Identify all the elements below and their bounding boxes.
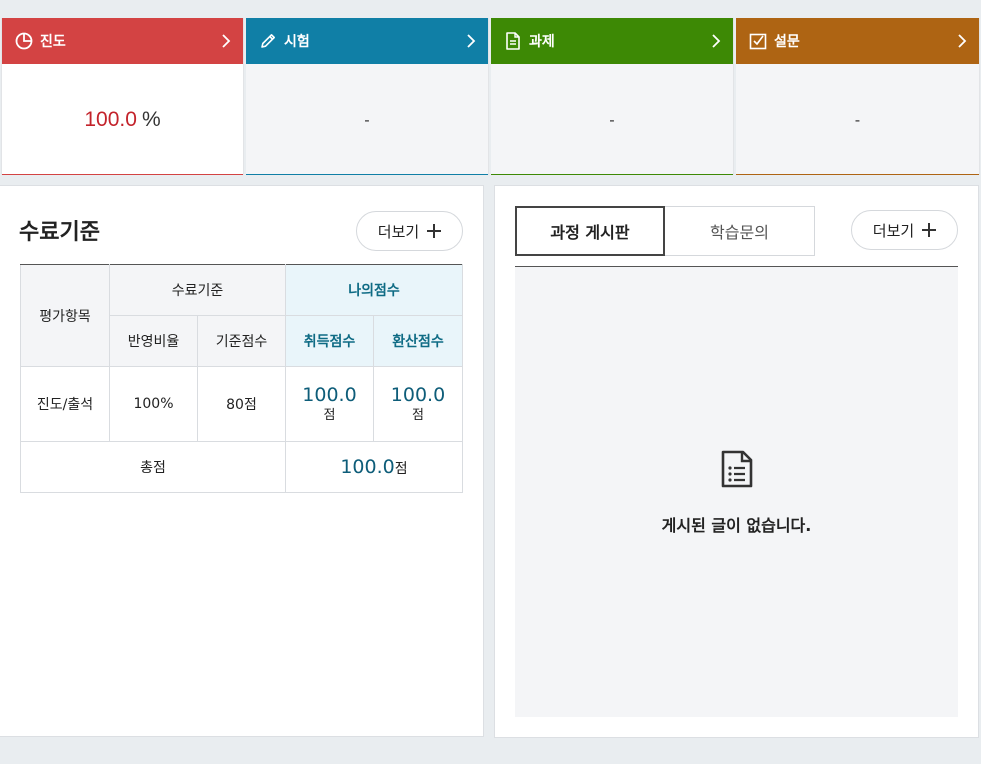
empty-message: 게시된 글이 없습니다. <box>661 516 812 535</box>
status-cards: 진도 100.0 % 시험 - 과제 - 설문 - <box>1 18 980 175</box>
assignment-value: - <box>609 110 615 129</box>
converted-score-unit: 점 <box>412 408 424 423</box>
header-my-score: 나의점수 <box>285 264 463 316</box>
completion-criteria-panel: 수료기준 더보기 평가항목 수료기준 나의점수 반영비율 기준점수 취득점수 환… <box>0 185 484 737</box>
earned-score-unit: 점 <box>323 408 336 423</box>
exam-value: - <box>364 110 370 129</box>
progress-card-underline <box>2 174 243 175</box>
pie-chart-icon <box>14 31 34 51</box>
board-empty-state: 게시된 글이 없습니다. <box>515 267 958 717</box>
chevron-right-icon[interactable] <box>707 31 725 51</box>
chevron-right-icon[interactable] <box>217 31 235 51</box>
survey-card-body: - <box>736 64 979 175</box>
assignment-card-underline <box>491 174 733 175</box>
total-label: 총점 <box>20 441 286 493</box>
board-more-button[interactable]: 더보기 <box>851 210 958 250</box>
chevron-right-icon[interactable] <box>462 31 480 51</box>
survey-card-underline <box>736 174 979 175</box>
survey-card[interactable]: 설문 - <box>736 18 980 175</box>
header-completion-criteria: 수료기준 <box>109 264 286 316</box>
header-converted-score: 환산점수 <box>373 315 463 367</box>
chevron-right-icon[interactable] <box>953 31 971 51</box>
pencil-icon <box>258 31 278 51</box>
board-tabs: 과정 게시판 학습문의 <box>515 206 815 256</box>
row-earned-score: 100.0 점 <box>285 366 374 442</box>
total-score-value: 100.0 <box>340 456 395 478</box>
tab-learning-inquiry[interactable]: 학습문의 <box>665 206 815 256</box>
document-icon <box>503 31 523 51</box>
section-title: 수료기준 <box>19 220 100 245</box>
survey-card-title: 설문 <box>774 34 800 50</box>
progress-card-title: 진도 <box>40 34 66 50</box>
completion-more-button[interactable]: 더보기 <box>356 211 463 251</box>
converted-score-value: 100.0 <box>390 384 446 406</box>
completion-table: 평가항목 수료기준 나의점수 반영비율 기준점수 취득점수 환산점수 진도/출석… <box>20 264 463 493</box>
header-ratio: 반영비율 <box>109 315 198 367</box>
plus-icon <box>922 223 937 237</box>
table-row: 진도/출석 100% 80점 100.0 점 100.0 점 <box>20 366 463 442</box>
plus-icon <box>427 224 442 238</box>
assignment-card-body: - <box>491 64 733 175</box>
assignment-card-header[interactable]: 과제 <box>491 18 733 64</box>
progress-card[interactable]: 진도 100.0 % <box>1 18 244 175</box>
total-score-unit: 점 <box>394 461 408 477</box>
survey-value: - <box>854 110 861 129</box>
exam-card-header[interactable]: 시험 <box>246 18 488 64</box>
progress-value: 100.0 <box>84 107 137 131</box>
earned-score-value: 100.0 <box>302 384 357 406</box>
document-list-icon <box>718 449 756 489</box>
more-button-label: 더보기 <box>872 221 915 240</box>
assignment-card[interactable]: 과제 - <box>491 18 734 175</box>
header-base-score: 기준점수 <box>197 315 286 367</box>
tab-course-board[interactable]: 과정 게시판 <box>515 206 665 256</box>
assignment-card-title: 과제 <box>529 34 555 50</box>
row-item: 진도/출석 <box>20 366 110 442</box>
total-row: 총점 100.0점 <box>20 441 463 493</box>
row-ratio: 100% <box>109 366 198 442</box>
row-base-score: 80점 <box>197 366 286 442</box>
header-earned-score: 취득점수 <box>285 315 374 367</box>
checkbox-icon <box>748 31 768 51</box>
progress-card-header[interactable]: 진도 <box>2 18 243 64</box>
survey-card-header[interactable]: 설문 <box>736 18 979 64</box>
more-button-label: 더보기 <box>377 222 420 241</box>
row-converted-score: 100.0 점 <box>373 366 463 442</box>
exam-card-title: 시험 <box>284 34 310 50</box>
course-board-panel: 과정 게시판 학습문의 더보기 게시된 글이 없습니다. <box>494 185 979 738</box>
total-score: 100.0점 <box>285 441 463 493</box>
exam-card-underline <box>246 174 488 175</box>
progress-card-body: 100.0 % <box>2 64 243 175</box>
header-evaluation-item: 평가항목 <box>20 264 110 367</box>
progress-unit: % <box>141 107 161 131</box>
exam-card[interactable]: 시험 - <box>246 18 489 175</box>
exam-card-body: - <box>246 64 488 175</box>
